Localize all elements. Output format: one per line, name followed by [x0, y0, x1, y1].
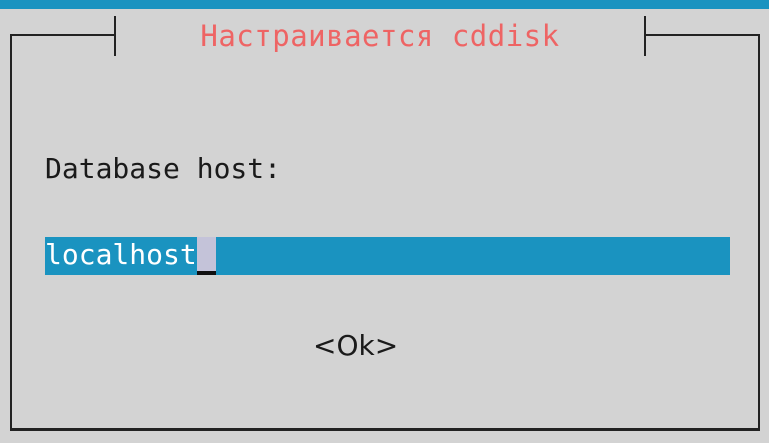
database-host-input[interactable]: localhost: [45, 237, 730, 275]
input-value: localhost: [45, 238, 197, 271]
dialog-title: Настраивается cddisk: [200, 18, 560, 53]
text-cursor: [196, 237, 216, 275]
dialog-title-frame: Настраивается cddisk: [114, 16, 646, 56]
prompt-label: Database host:: [45, 152, 282, 185]
dialog-box: [10, 34, 760, 431]
terminal-top-strip: [0, 0, 769, 9]
ok-button[interactable]: <Ok>: [313, 332, 398, 360]
